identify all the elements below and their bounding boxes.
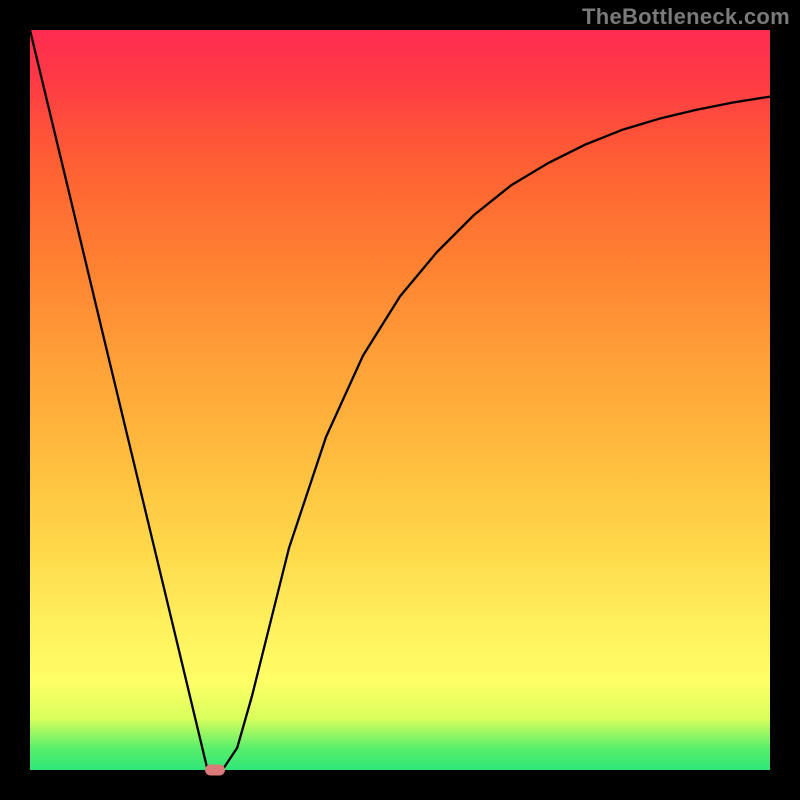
- plot-area: [30, 30, 770, 770]
- minimum-marker: [205, 765, 225, 776]
- chart-frame: TheBottleneck.com: [0, 0, 800, 800]
- watermark-text: TheBottleneck.com: [582, 4, 790, 30]
- curve-path: [30, 30, 770, 770]
- bottleneck-curve: [30, 30, 770, 770]
